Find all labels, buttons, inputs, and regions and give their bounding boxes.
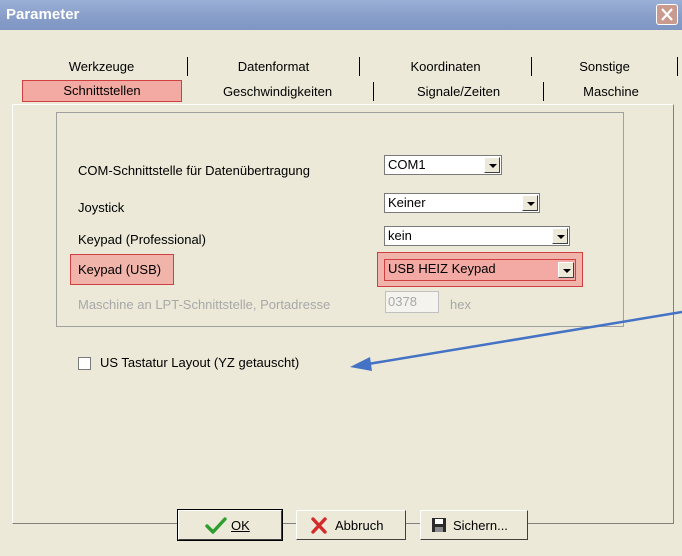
close-button[interactable] (656, 4, 678, 25)
ok-button[interactable]: OK (177, 509, 283, 541)
com-port-label: COM-Schnittstelle für Datenübertragung (78, 163, 310, 178)
window-title: Parameter (6, 6, 80, 23)
abbruch-button-label: Abbruch (335, 518, 384, 533)
save-disk-icon (432, 518, 446, 532)
tab-werkzeuge[interactable]: Werkzeuge (16, 57, 188, 76)
close-icon (661, 8, 673, 21)
tab-maschine[interactable]: Maschine (544, 82, 678, 101)
joystick-label: Joystick (78, 200, 125, 215)
chevron-down-icon[interactable] (558, 262, 574, 278)
abbruch-button[interactable]: Abbruch (296, 510, 406, 540)
tab-label: Signale/Zeiten (416, 84, 501, 99)
checkmark-icon (205, 517, 227, 534)
tab-label: Werkzeuge (68, 59, 135, 74)
sichern-button-label: Sichern... (453, 518, 508, 533)
chevron-down-icon[interactable] (484, 157, 500, 173)
com-port-select[interactable]: COM1 (384, 155, 502, 175)
tab-label: Maschine (583, 84, 639, 99)
title-bar[interactable]: Parameter (0, 0, 682, 30)
chevron-down-icon[interactable] (552, 228, 568, 244)
us-layout-checkbox[interactable] (78, 357, 91, 370)
joystick-value: Keiner (388, 195, 426, 210)
tab-geschwindigkeiten[interactable]: Geschwindigkeiten (182, 82, 374, 101)
keypad-usb-label: Keypad (USB) (78, 262, 162, 277)
keypad-pro-label: Keypad (Professional) (78, 232, 206, 247)
us-layout-label: US Tastatur Layout (YZ getauscht) (100, 355, 300, 370)
tab-label: Geschwindigkeiten (222, 84, 333, 99)
chevron-down-icon[interactable] (522, 195, 538, 211)
com-port-value: COM1 (388, 157, 426, 172)
tab-label: Schnittstellen (63, 83, 141, 98)
keypad-pro-value: kein (388, 228, 412, 243)
tab-datenformat[interactable]: Datenformat (188, 57, 360, 76)
sichern-button[interactable]: Sichern... (420, 510, 528, 540)
keypad-usb-value: USB HEIZ Keypad (388, 261, 496, 276)
keypad-usb-select[interactable]: USB HEIZ Keypad (384, 259, 576, 281)
tab-label: Sonstige (579, 59, 630, 74)
tab-label: Koordinaten (410, 59, 481, 74)
tab-sonstige[interactable]: Sonstige (532, 57, 678, 76)
annotation-arrow (350, 310, 682, 371)
tab-schnittstellen[interactable]: Schnittstellen (22, 80, 182, 102)
ok-button-label: OK (231, 518, 250, 533)
interface-group-box (56, 112, 624, 327)
tab-signale-zeiten[interactable]: Signale/Zeiten (374, 82, 544, 101)
tab-label: Datenformat (237, 59, 310, 74)
keypad-pro-select[interactable]: kein (384, 226, 570, 246)
joystick-select[interactable]: Keiner (384, 193, 540, 213)
cross-icon (311, 517, 327, 534)
lpt-port-label: Maschine an LPT-Schnittstelle, Portadres… (78, 297, 331, 312)
tab-koordinaten[interactable]: Koordinaten (360, 57, 532, 76)
